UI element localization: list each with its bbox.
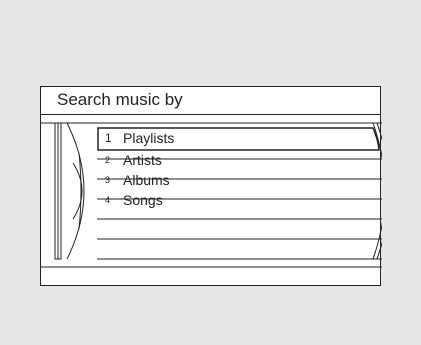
- menu-item-label: Artists: [123, 152, 162, 168]
- menu-screen: Search music by 1 Playlists 2 Artists 3 …: [40, 86, 382, 286]
- menu-item-playlists[interactable]: 1 Playlists: [97, 129, 382, 149]
- menu-item-label: Playlists: [123, 130, 175, 146]
- menu-item-label: Albums: [123, 172, 170, 188]
- menu-item-number: 1: [105, 131, 112, 145]
- menu-item-number: 2: [105, 155, 111, 165]
- menu-item-number: 3: [105, 175, 111, 185]
- disc-wheel-icon: [54, 122, 85, 260]
- menu-item-label: Songs: [123, 192, 163, 208]
- menu-item-artists[interactable]: 2 Artists: [97, 151, 382, 171]
- menu-item-number: 4: [105, 195, 111, 205]
- menu-item-albums[interactable]: 3 Albums: [97, 171, 382, 191]
- menu-item-songs[interactable]: 4 Songs: [97, 191, 382, 211]
